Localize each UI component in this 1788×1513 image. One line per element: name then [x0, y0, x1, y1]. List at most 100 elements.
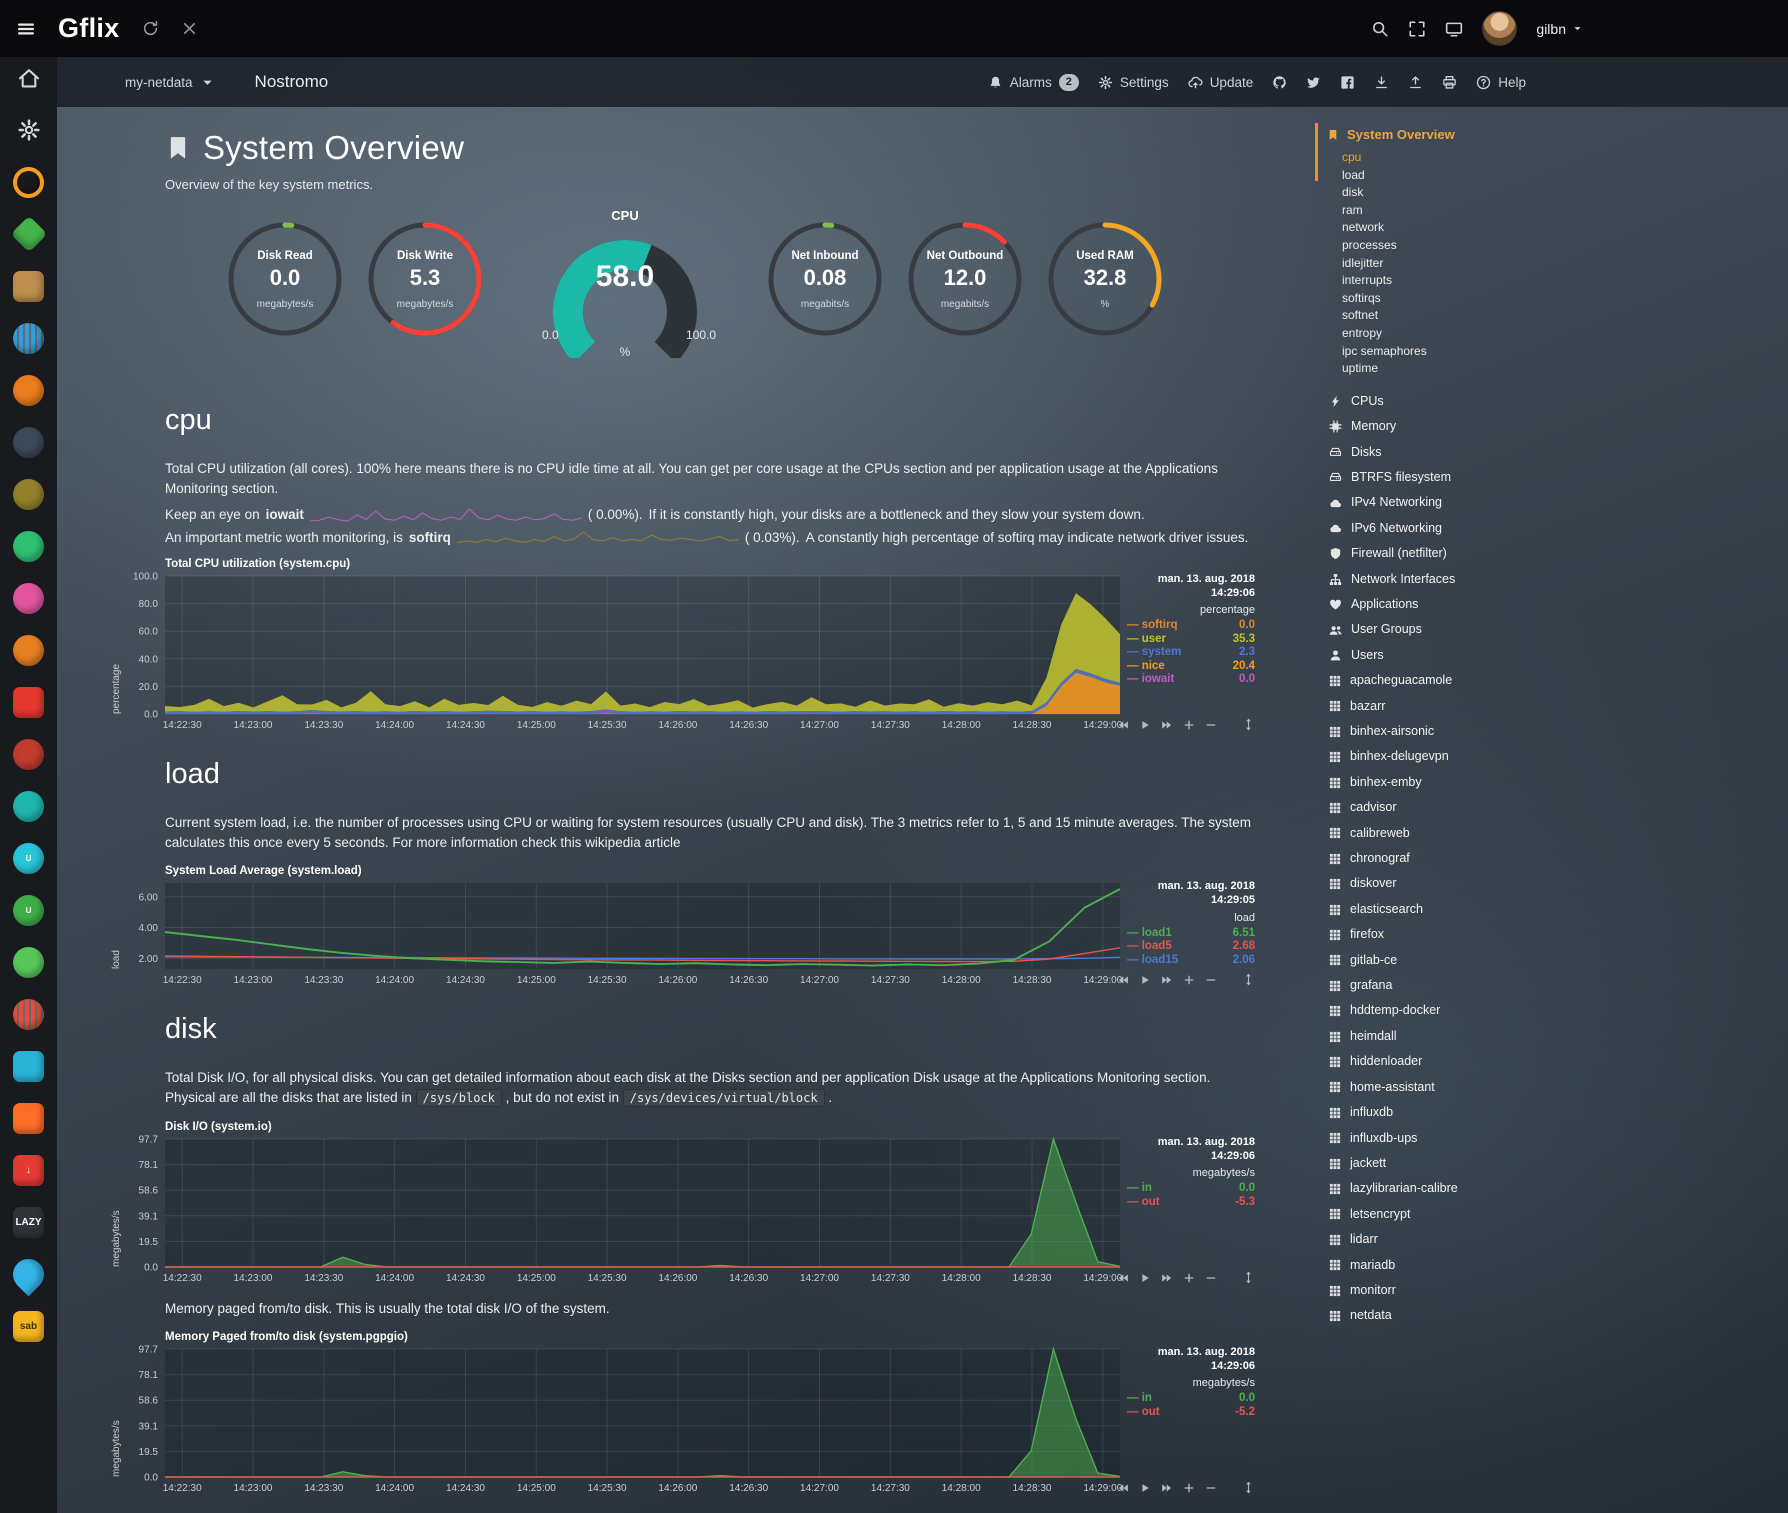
chart-system-cpu[interactable]: Total CPU utilization (system.cpu) perce…: [109, 558, 1257, 732]
chart-system-load[interactable]: System Load Average (system.load) load 6…: [109, 865, 1257, 987]
app-shortcut-icon[interactable]: [12, 997, 46, 1031]
fullscreen-icon[interactable]: [1408, 20, 1426, 38]
nav-sub-disk[interactable]: disk: [1342, 184, 1788, 202]
app-shortcut-icon[interactable]: [12, 633, 46, 667]
nav-sub-cpu[interactable]: cpu: [1342, 149, 1788, 167]
app-shortcut-icon[interactable]: [12, 269, 46, 303]
legend-series-nice[interactable]: — nice20.4: [1127, 660, 1255, 674]
update-button[interactable]: Update: [1188, 75, 1254, 90]
nav-sub-network[interactable]: network: [1342, 219, 1788, 237]
nav-section-btrfs-filesystem[interactable]: BTRFS filesystem: [1327, 465, 1788, 490]
nav-app-binhex-airsonic[interactable]: binhex-airsonic: [1327, 719, 1788, 744]
app-shortcut-icon[interactable]: [12, 789, 46, 823]
gauge-disk-read[interactable]: Disk Read 0.0 megabytes/s: [226, 220, 344, 338]
pan-right-icon[interactable]: [1161, 719, 1173, 731]
nav-app-apacheguacamole[interactable]: apacheguacamole: [1327, 668, 1788, 693]
app-shortcut-icon[interactable]: [12, 1101, 46, 1135]
nav-section-disks[interactable]: Disks: [1327, 440, 1788, 465]
pan-left-icon[interactable]: [1117, 1482, 1129, 1494]
app-shortcut-icon[interactable]: [12, 685, 46, 719]
pan-right-icon[interactable]: [1161, 1482, 1173, 1494]
resize-handle-icon[interactable]: [1242, 1481, 1255, 1494]
legend-series-load15[interactable]: — load152.06: [1127, 954, 1255, 968]
help-button[interactable]: Help: [1476, 75, 1526, 90]
legend-series-softirq[interactable]: — softirq0.0: [1127, 619, 1255, 633]
gauge-cpu[interactable]: CPU 58.0 0.0 100.0 %: [518, 208, 732, 360]
play-icon[interactable]: [1139, 974, 1151, 986]
zoom-out-icon[interactable]: [1205, 974, 1217, 986]
legend-series-iowait[interactable]: — iowait0.0: [1127, 673, 1255, 687]
nav-app-heimdall[interactable]: heimdall: [1327, 1024, 1788, 1049]
cast-icon[interactable]: [1445, 20, 1463, 38]
twitter-link[interactable]: [1306, 75, 1321, 90]
resize-handle-icon[interactable]: [1242, 973, 1255, 986]
legend-series-load5[interactable]: — load52.68: [1127, 940, 1255, 954]
app-shortcut-icon[interactable]: [12, 737, 46, 771]
settings-icon[interactable]: [12, 113, 46, 147]
app-shortcut-icon[interactable]: [12, 581, 46, 615]
nav-app-chronograf[interactable]: chronograf: [1327, 846, 1788, 871]
nav-app-jackett[interactable]: jackett: [1327, 1151, 1788, 1176]
app-shortcut-icon[interactable]: U: [12, 841, 46, 875]
gauge-net-inbound[interactable]: Net Inbound 0.08 megabits/s: [766, 220, 884, 338]
chart-canvas[interactable]: 97.778.158.639.119.50.014:22:3014:23:001…: [109, 1345, 1122, 1495]
nav-app-diskover[interactable]: diskover: [1327, 871, 1788, 896]
app-shortcut-icon[interactable]: [12, 165, 46, 199]
legend-series-load1[interactable]: — load16.51: [1127, 927, 1255, 941]
legend-series-out[interactable]: — out-5.2: [1127, 1406, 1255, 1420]
nav-sub-softnet[interactable]: softnet: [1342, 307, 1788, 325]
legend-series-system[interactable]: — system2.3: [1127, 646, 1255, 660]
app-shortcut-icon[interactable]: LAZY: [12, 1205, 46, 1239]
resize-handle-icon[interactable]: [1242, 1271, 1255, 1284]
nav-app-firefox[interactable]: firefox: [1327, 922, 1788, 947]
nav-section-users[interactable]: Users: [1327, 643, 1788, 668]
nav-section-firewall-netfilter[interactable]: Firewall (netfilter): [1327, 541, 1788, 566]
user-menu[interactable]: gilbn: [1536, 21, 1583, 37]
app-shortcut-icon[interactable]: [12, 425, 46, 459]
chart-system-io[interactable]: Disk I/O (system.io) megabytes/s 97.778.…: [109, 1121, 1257, 1285]
pan-left-icon[interactable]: [1117, 1272, 1129, 1284]
close-icon[interactable]: [181, 20, 198, 37]
nav-sub-load[interactable]: load: [1342, 167, 1788, 185]
export-button[interactable]: [1408, 75, 1423, 90]
alarms-button[interactable]: Alarms2: [988, 74, 1079, 91]
nav-section-user-groups[interactable]: User Groups: [1327, 617, 1788, 642]
nav-sub-ipc-semaphores[interactable]: ipc semaphores: [1342, 343, 1788, 361]
app-shortcut-icon[interactable]: [12, 1257, 46, 1291]
play-icon[interactable]: [1139, 1482, 1151, 1494]
nav-sub-uptime[interactable]: uptime: [1342, 360, 1788, 378]
nav-sub-processes[interactable]: processes: [1342, 237, 1788, 255]
nav-app-influxdb-ups[interactable]: influxdb-ups: [1327, 1126, 1788, 1151]
zoom-in-icon[interactable]: [1183, 1482, 1195, 1494]
nav-sub-idlejitter[interactable]: idlejitter: [1342, 255, 1788, 273]
resize-handle-icon[interactable]: [1242, 718, 1255, 731]
nav-app-grafana[interactable]: grafana: [1327, 973, 1788, 998]
print-button[interactable]: [1442, 75, 1457, 90]
nav-app-monitorr[interactable]: monitorr: [1327, 1278, 1788, 1303]
nav-section-applications[interactable]: Applications: [1327, 592, 1788, 617]
play-icon[interactable]: [1139, 1272, 1151, 1284]
legend-series-in[interactable]: — in0.0: [1127, 1182, 1255, 1196]
gauge-used-ram[interactable]: Used RAM 32.8 %: [1046, 220, 1164, 338]
nav-app-cadvisor[interactable]: cadvisor: [1327, 795, 1788, 820]
legend-series-in[interactable]: — in0.0: [1127, 1392, 1255, 1406]
zoom-out-icon[interactable]: [1205, 1482, 1217, 1494]
app-shortcut-icon[interactable]: [12, 477, 46, 511]
nav-sub-entropy[interactable]: entropy: [1342, 325, 1788, 343]
play-icon[interactable]: [1139, 719, 1151, 731]
nav-section-ipv4-networking[interactable]: IPv4 Networking: [1327, 490, 1788, 515]
nav-section-memory[interactable]: Memory: [1327, 414, 1788, 439]
pan-right-icon[interactable]: [1161, 1272, 1173, 1284]
nav-app-hddtemp-docker[interactable]: hddtemp-docker: [1327, 998, 1788, 1023]
home-icon[interactable]: [12, 61, 46, 95]
app-shortcut-icon[interactable]: [12, 1049, 46, 1083]
settings-button[interactable]: Settings: [1098, 75, 1169, 90]
nav-app-letsencrypt[interactable]: letsencrypt: [1327, 1202, 1788, 1227]
chart-canvas[interactable]: 100.080.060.040.020.00.014:22:3014:23:00…: [109, 572, 1122, 732]
nav-section-cpus[interactable]: CPUs: [1327, 389, 1788, 414]
app-shortcut-icon[interactable]: [12, 321, 46, 355]
zoom-out-icon[interactable]: [1205, 1272, 1217, 1284]
server-dropdown[interactable]: my-netdata: [125, 75, 215, 90]
search-icon[interactable]: [1371, 20, 1389, 38]
facebook-link[interactable]: [1340, 75, 1355, 90]
